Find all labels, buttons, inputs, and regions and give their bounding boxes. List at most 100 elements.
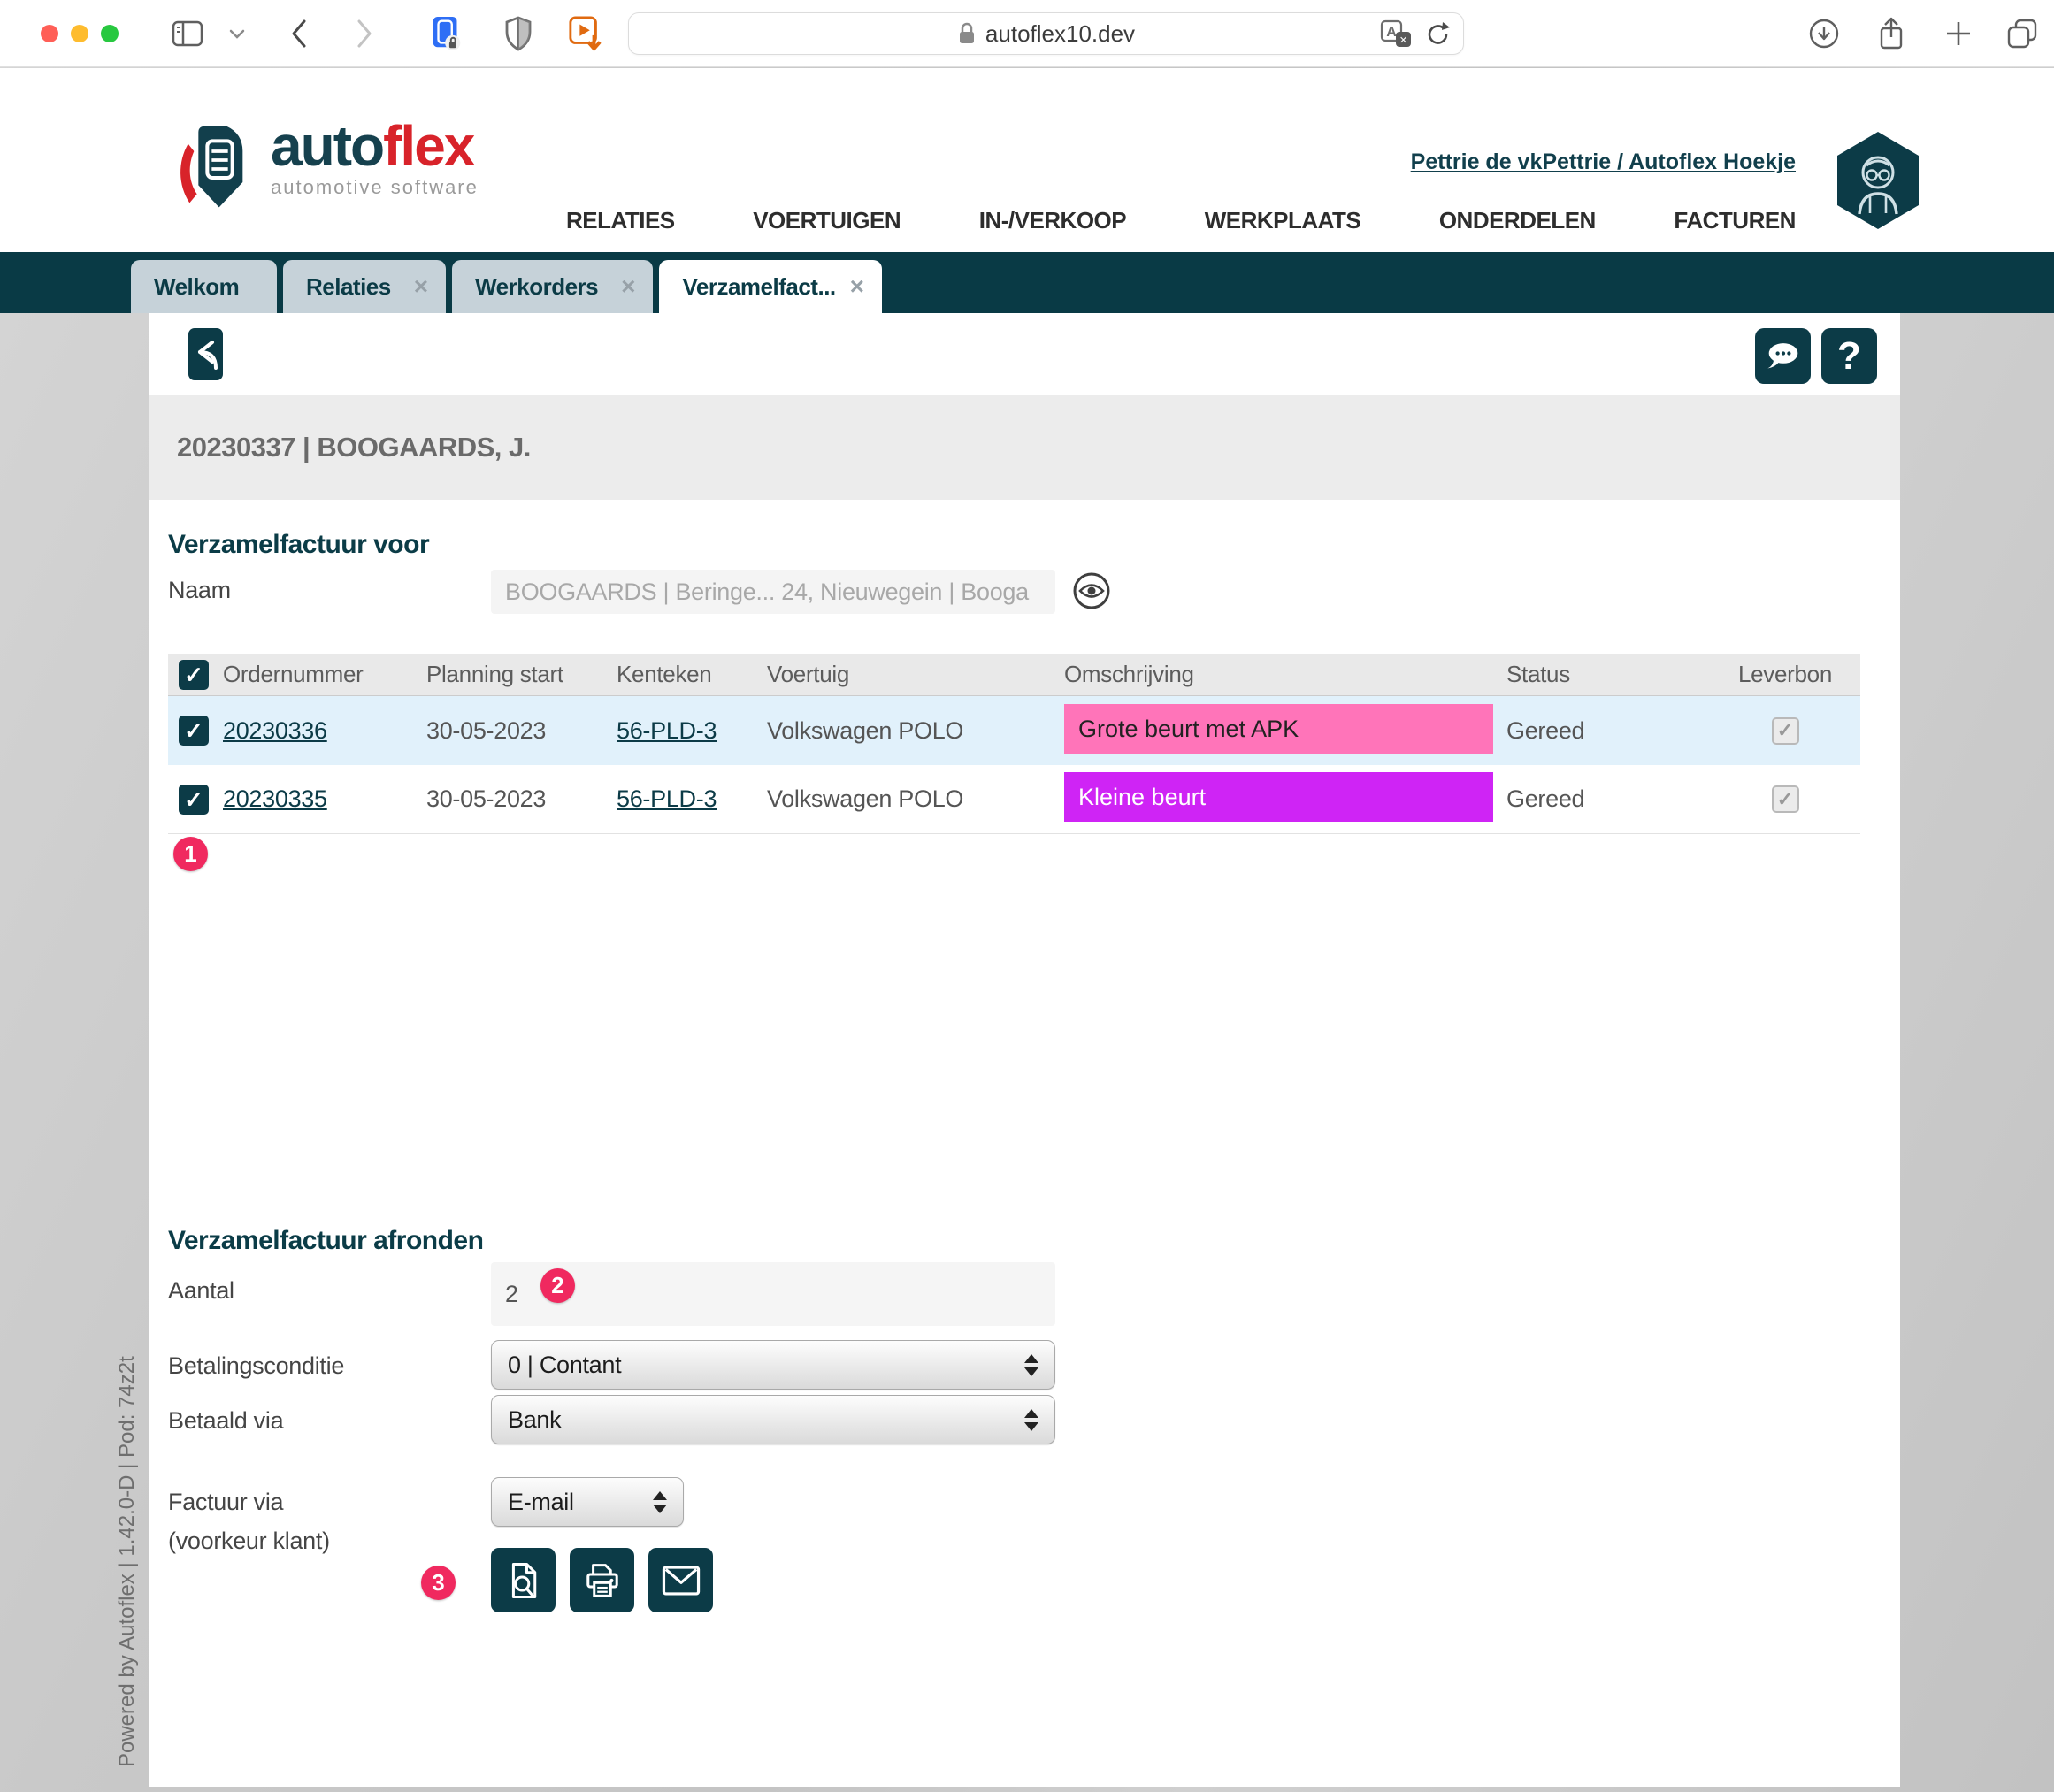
chevron-down-icon[interactable] [219,16,255,51]
betalingsconditie-select[interactable]: 0 | Contant [491,1340,1055,1390]
document-preview-icon [505,1561,542,1600]
nav-relaties[interactable]: RELATIES [566,207,675,234]
betaald-via-select[interactable]: Bank [491,1395,1055,1444]
table-row[interactable]: ✓ 20230335 30-05-2023 56-PLD-3 Volkswage… [168,765,1860,834]
share-icon[interactable] [1874,16,1909,51]
betalingsconditie-label: Betalingsconditie [168,1352,344,1380]
order-link[interactable]: 20230335 [223,785,426,813]
minimize-window-button[interactable] [71,25,88,42]
autoflex-logo-icon [173,119,262,218]
select-all-checkbox[interactable]: ✓ [179,660,209,690]
record-title-bar: 20230337 | BOOGAARDS, J. [149,395,1900,500]
window-controls[interactable] [41,25,119,42]
table-row[interactable]: ✓ 20230336 30-05-2023 56-PLD-3 Volkswage… [168,696,1860,765]
select-arrows-icon [1024,1409,1038,1431]
shield-extension-icon[interactable] [501,16,536,51]
col-kenteken: Kenteken [617,661,767,688]
leverbon-checkbox[interactable]: ✓ [1772,717,1799,745]
svg-text:✕: ✕ [1399,35,1407,46]
col-ordernummer: Ordernummer [223,661,426,688]
factuur-via-select[interactable]: E-mail [491,1477,684,1527]
logo-flex: flex [383,114,473,178]
print-invoice-button[interactable] [570,1548,634,1612]
help-button[interactable]: ? [1821,328,1877,384]
undo-arrow-icon [193,339,219,371]
tab-bar: Welkom Relaties × Werkorders × Verzamelf… [0,252,2054,313]
tab-werkorders[interactable]: Werkorders × [452,260,653,313]
betaald-via-value: Bank [508,1406,561,1434]
tab-label: Relaties [306,273,391,301]
tab-label: Verzamelfact... [682,273,835,301]
step-badge-2: 2 [540,1268,575,1303]
nav-facturen[interactable]: FACTUREN [1674,207,1796,234]
orders-table: ✓ Ordernummer Planning start Kenteken Vo… [168,654,1860,834]
select-arrows-icon [1024,1354,1038,1376]
translate-icon[interactable]: A✕ [1380,19,1414,50]
close-tab-icon[interactable]: × [598,272,635,301]
leverbon-checkbox[interactable]: ✓ [1772,785,1799,813]
section-heading-verzamelfactuur-voor: Verzamelfactuur voor [168,530,429,560]
kenteken-link[interactable]: 56-PLD-3 [617,785,767,813]
naam-label: Naam [168,577,231,604]
browser-toolbar: autoflex10.dev A✕ [0,0,2054,67]
row-checkbox[interactable]: ✓ [179,716,209,746]
nav-onderdelen[interactable]: ONDERDELEN [1439,207,1596,234]
close-tab-icon[interactable]: × [836,272,864,301]
col-status: Status [1506,661,1710,688]
voertuig: Volkswagen POLO [767,785,1064,813]
password-extension-icon[interactable] [430,16,465,51]
chat-bubble-icon [1764,339,1803,374]
svg-text:A: A [1386,25,1397,40]
nav-in-verkoop[interactable]: IN-/VERKOOP [979,207,1126,234]
kenteken-link[interactable]: 56-PLD-3 [617,717,767,745]
logo-auto: auto [271,114,383,178]
powered-by-text: Powered by Autoflex | 1.42.0-D | Pod: 74… [115,1256,147,1767]
select-arrows-icon [653,1491,667,1513]
reload-icon[interactable] [1426,20,1451,49]
col-leverbon: Leverbon [1738,661,1832,688]
email-invoice-button[interactable] [648,1548,713,1612]
question-mark-icon: ? [1837,334,1861,379]
export-extension-icon[interactable] [568,16,603,51]
close-tab-icon[interactable]: × [391,272,428,301]
invoice-actions [491,1548,713,1612]
avatar[interactable] [1833,130,1923,231]
naam-input[interactable]: BOOGAARDS | Beringe... 24, Nieuwegein | … [491,570,1055,614]
user-account-link[interactable]: Pettrie de vkPettrie / Autoflex Hoekje [1411,149,1796,175]
page-title: 20230337 | BOOGAARDS, J. [177,432,531,463]
printer-icon [583,1561,622,1600]
sidebar-icon[interactable] [170,16,205,51]
aantal-value: 2 [505,1281,518,1308]
order-link[interactable]: 20230336 [223,717,426,745]
autoflex-logo[interactable]: autoflex automotive software [173,119,479,218]
factuur-via-label: Factuur via (voorkeur klant) [168,1482,330,1560]
tab-relaties[interactable]: Relaties × [283,260,446,313]
downloads-icon[interactable] [1806,16,1842,51]
back-button[interactable] [188,328,223,380]
row-checkbox[interactable]: ✓ [179,785,209,815]
new-tab-icon[interactable] [1941,16,1976,51]
betalingsconditie-value: 0 | Contant [508,1352,621,1379]
omschrijving-highlight: Kleine beurt [1064,772,1493,822]
feedback-button[interactable] [1755,328,1811,384]
tab-verzamelfactuur[interactable]: Verzamelfact... × [659,260,882,313]
nav-werkplaats[interactable]: WERKPLAATS [1205,207,1361,234]
col-omschrijving: Omschrijving [1064,661,1506,688]
forward-nav-icon[interactable] [347,16,382,51]
table-header-row: ✓ Ordernummer Planning start Kenteken Vo… [168,654,1860,696]
step-badge-3: 3 [421,1566,456,1600]
preview-invoice-button[interactable] [491,1548,556,1612]
address-bar[interactable]: autoflex10.dev A✕ [628,12,1464,55]
nav-voertuigen[interactable]: VOERTUIGEN [753,207,901,234]
planning-start: 30-05-2023 [426,785,617,813]
close-window-button[interactable] [41,25,58,42]
view-relation-button[interactable] [1072,571,1111,610]
tab-label: Werkorders [475,273,598,301]
zoom-window-button[interactable] [101,25,119,42]
back-nav-icon[interactable] [281,16,317,51]
tab-welkom[interactable]: Welkom [131,260,277,313]
tab-overview-icon[interactable] [2004,16,2040,51]
omschrijving-highlight: Grote beurt met APK [1064,704,1493,754]
col-voertuig: Voertuig [767,661,1064,688]
aantal-field: 2 [491,1262,1055,1326]
